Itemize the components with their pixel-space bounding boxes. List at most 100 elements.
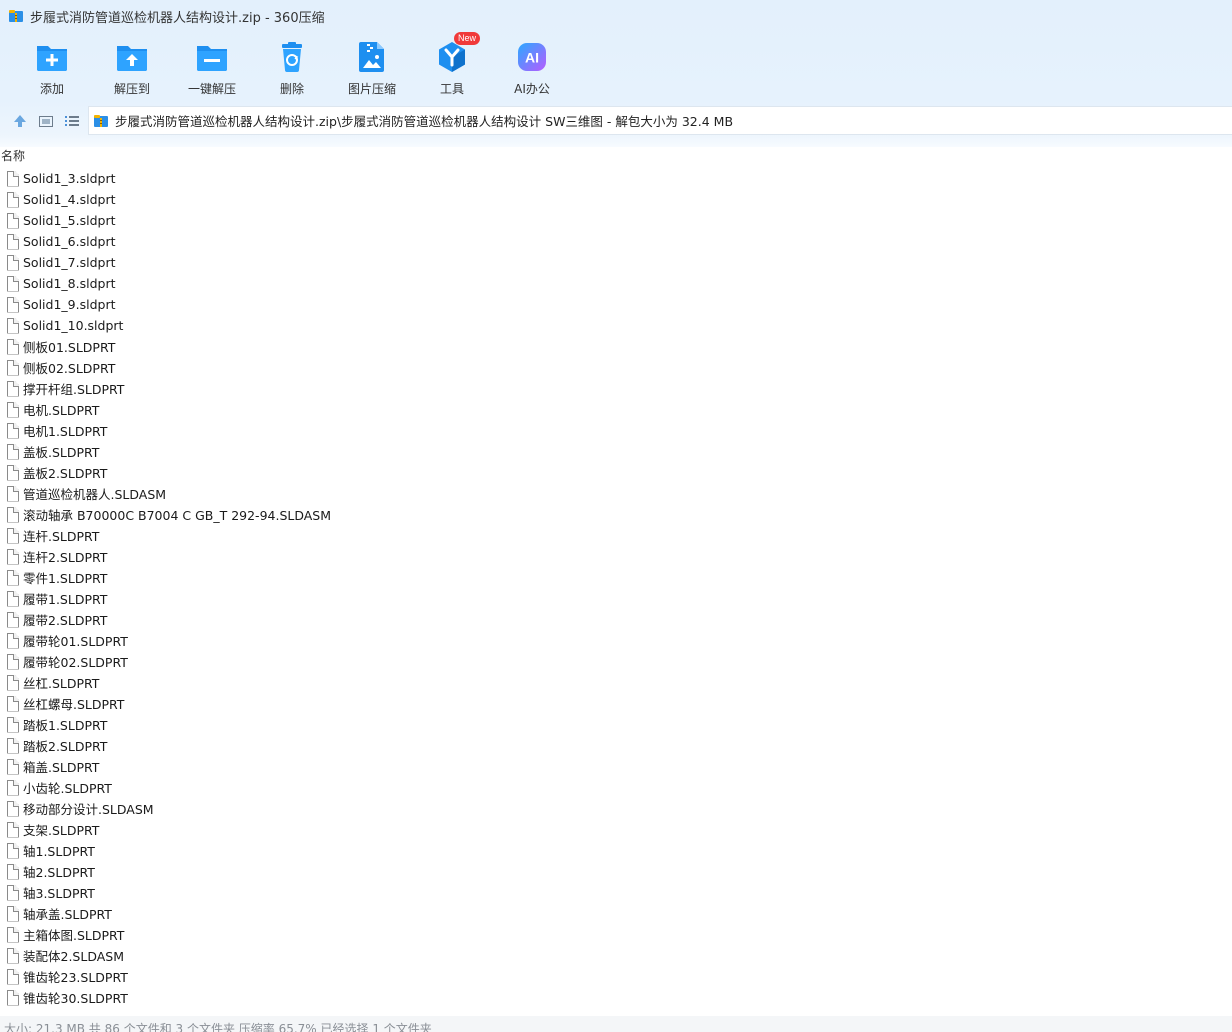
file-name: 履带轮01.SLDPRT [23, 634, 128, 649]
file-name: Solid1_8.sldprt [23, 276, 116, 291]
file-list-item[interactable]: 移动部分设计.SLDASM [0, 798, 1232, 819]
file-list-item[interactable]: 零件1.SLDPRT [0, 567, 1232, 588]
file-icon [7, 758, 19, 775]
status-text: 大小: 21.3 MB 共 86 个文件和 3 个文件夹 压缩率 65.7% 已… [4, 1022, 432, 1032]
delete-icon [275, 40, 309, 74]
file-list-item[interactable]: Solid1_10.sldprt [0, 315, 1232, 336]
list-view-icon[interactable] [63, 112, 81, 130]
file-list-item[interactable]: 电机.SLDPRT [0, 399, 1232, 420]
ai-office-button[interactable]: AI AI办公 [492, 38, 572, 98]
file-name: 零件1.SLDPRT [23, 571, 108, 586]
file-list-item[interactable]: 装配体2.SLDASM [0, 945, 1232, 966]
file-icon [7, 989, 19, 1006]
extract-to-button[interactable]: 解压到 [92, 38, 172, 98]
file-name: 丝杠.SLDPRT [23, 676, 100, 691]
file-list-item[interactable]: 小齿轮.SLDPRT [0, 777, 1232, 798]
file-icon [7, 254, 19, 271]
thumbnail-view-icon[interactable] [37, 112, 55, 130]
file-list-item[interactable]: 轴3.SLDPRT [0, 882, 1232, 903]
file-icon [7, 422, 19, 439]
file-name: 滚动轴承 B70000C B7004 C GB_T 292-94.SLDASM [23, 508, 332, 523]
file-list-item[interactable]: Solid1_8.sldprt [0, 273, 1232, 294]
file-list-item[interactable]: 侧板02.SLDPRT [0, 357, 1232, 378]
file-list-item[interactable]: Solid1_4.sldprt [0, 189, 1232, 210]
file-list-item[interactable]: 履带轮02.SLDPRT [0, 651, 1232, 672]
file-list-item[interactable]: 踏板2.SLDPRT [0, 735, 1232, 756]
file-name: 支架.SLDPRT [23, 823, 100, 838]
file-name: 轴承盖.SLDPRT [23, 907, 112, 922]
file-name: 踏板2.SLDPRT [23, 739, 108, 754]
file-icon [7, 926, 19, 943]
add-button[interactable]: 添加 [12, 38, 92, 98]
file-list-item[interactable]: Solid1_6.sldprt [0, 231, 1232, 252]
file-list-item[interactable]: 踏板1.SLDPRT [0, 714, 1232, 735]
file-icon [7, 716, 19, 733]
column-header-name[interactable]: 名称 [1, 147, 25, 165]
file-list-item[interactable]: 丝杠螺母.SLDPRT [0, 693, 1232, 714]
file-list-item[interactable]: 撑开杆组.SLDPRT [0, 378, 1232, 399]
file-name: 箱盖.SLDPRT [23, 760, 100, 775]
file-name: 电机.SLDPRT [23, 403, 100, 418]
file-list-item[interactable]: 履带轮01.SLDPRT [0, 630, 1232, 651]
file-icon [7, 506, 19, 523]
file-list-item[interactable]: 电机1.SLDPRT [0, 420, 1232, 441]
address-bar[interactable]: 步履式消防管道巡检机器人结构设计.zip\步履式消防管道巡检机器人结构设计 SW… [88, 106, 1232, 135]
extract-to-button-label: 解压到 [113, 82, 150, 96]
file-name: 踏板1.SLDPRT [23, 718, 108, 733]
file-icon [7, 443, 19, 460]
ai-office-button-label: AI办公 [514, 82, 550, 96]
file-name: Solid1_3.sldprt [23, 171, 116, 186]
file-name: 小齿轮.SLDPRT [23, 781, 112, 796]
file-name: 轴1.SLDPRT [23, 844, 95, 859]
file-name: 锥齿轮30.SLDPRT [23, 991, 128, 1006]
window-title: 步履式消防管道巡检机器人结构设计.zip - 360压缩 [30, 10, 325, 26]
image-compress-button[interactable]: 图片压缩 [332, 38, 412, 98]
one-click-extract-button[interactable]: 一键解压 [172, 38, 252, 98]
file-list-item[interactable]: 滚动轴承 B70000C B7004 C GB_T 292-94.SLDASM [0, 504, 1232, 525]
file-icon [7, 884, 19, 901]
file-list-item[interactable]: 管道巡检机器人.SLDASM [0, 483, 1232, 504]
file-list-item[interactable]: 轴承盖.SLDPRT [0, 903, 1232, 924]
file-list-item[interactable]: 轴2.SLDPRT [0, 861, 1232, 882]
file-icon [7, 359, 19, 376]
file-name: 侧板02.SLDPRT [23, 361, 116, 376]
file-list-item[interactable]: 履带2.SLDPRT [0, 609, 1232, 630]
tools-button[interactable]: 工具 [412, 38, 492, 98]
file-list-item[interactable]: 锥齿轮30.SLDPRT [0, 987, 1232, 1008]
file-icon [7, 590, 19, 607]
new-badge: New [454, 32, 481, 45]
status-bar: 大小: 21.3 MB 共 86 个文件和 3 个文件夹 压缩率 65.7% 已… [0, 1016, 1232, 1032]
file-list-item[interactable]: 支架.SLDPRT [0, 819, 1232, 840]
file-icon [7, 800, 19, 817]
file-list-item[interactable]: 箱盖.SLDPRT [0, 756, 1232, 777]
file-list-item[interactable]: 连杆.SLDPRT [0, 525, 1232, 546]
file-list-item[interactable]: 丝杠.SLDPRT [0, 672, 1232, 693]
file-list-item[interactable]: Solid1_7.sldprt [0, 252, 1232, 273]
file-list-item[interactable]: 侧板01.SLDPRT [0, 336, 1232, 357]
file-name: 连杆2.SLDPRT [23, 550, 108, 565]
file-name: 电机1.SLDPRT [23, 424, 108, 439]
file-icon [7, 842, 19, 859]
file-list-item[interactable]: Solid1_9.sldprt [0, 294, 1232, 315]
file-list-item[interactable]: 主箱体图.SLDPRT [0, 924, 1232, 945]
file-list-item[interactable]: 连杆2.SLDPRT [0, 546, 1232, 567]
file-name: 盖板.SLDPRT [23, 445, 100, 460]
file-name: 盖板2.SLDPRT [23, 466, 108, 481]
file-list-item[interactable]: 锥齿轮23.SLDPRT [0, 966, 1232, 987]
file-list-item[interactable]: 盖板.SLDPRT [0, 441, 1232, 462]
file-icon [7, 905, 19, 922]
up-arrow-icon[interactable] [11, 112, 29, 130]
file-icon [7, 275, 19, 292]
file-list-item[interactable]: 轴1.SLDPRT [0, 840, 1232, 861]
file-list-item[interactable]: 履带1.SLDPRT [0, 588, 1232, 609]
image-compress-icon [355, 40, 389, 74]
delete-button[interactable]: 删除 [252, 38, 332, 98]
file-name: 丝杠螺母.SLDPRT [23, 697, 125, 712]
file-list: Solid1_3.sldprt Solid1_4.sldprt Solid1_5.s… [0, 168, 1232, 1008]
file-list-item[interactable]: Solid1_3.sldprt [0, 168, 1232, 189]
file-name: Solid1_10.sldprt [23, 318, 124, 333]
file-icon [7, 170, 19, 187]
file-list-item[interactable]: 盖板2.SLDPRT [0, 462, 1232, 483]
file-list-item[interactable]: Solid1_5.sldprt [0, 210, 1232, 231]
file-name: 履带1.SLDPRT [23, 592, 108, 607]
